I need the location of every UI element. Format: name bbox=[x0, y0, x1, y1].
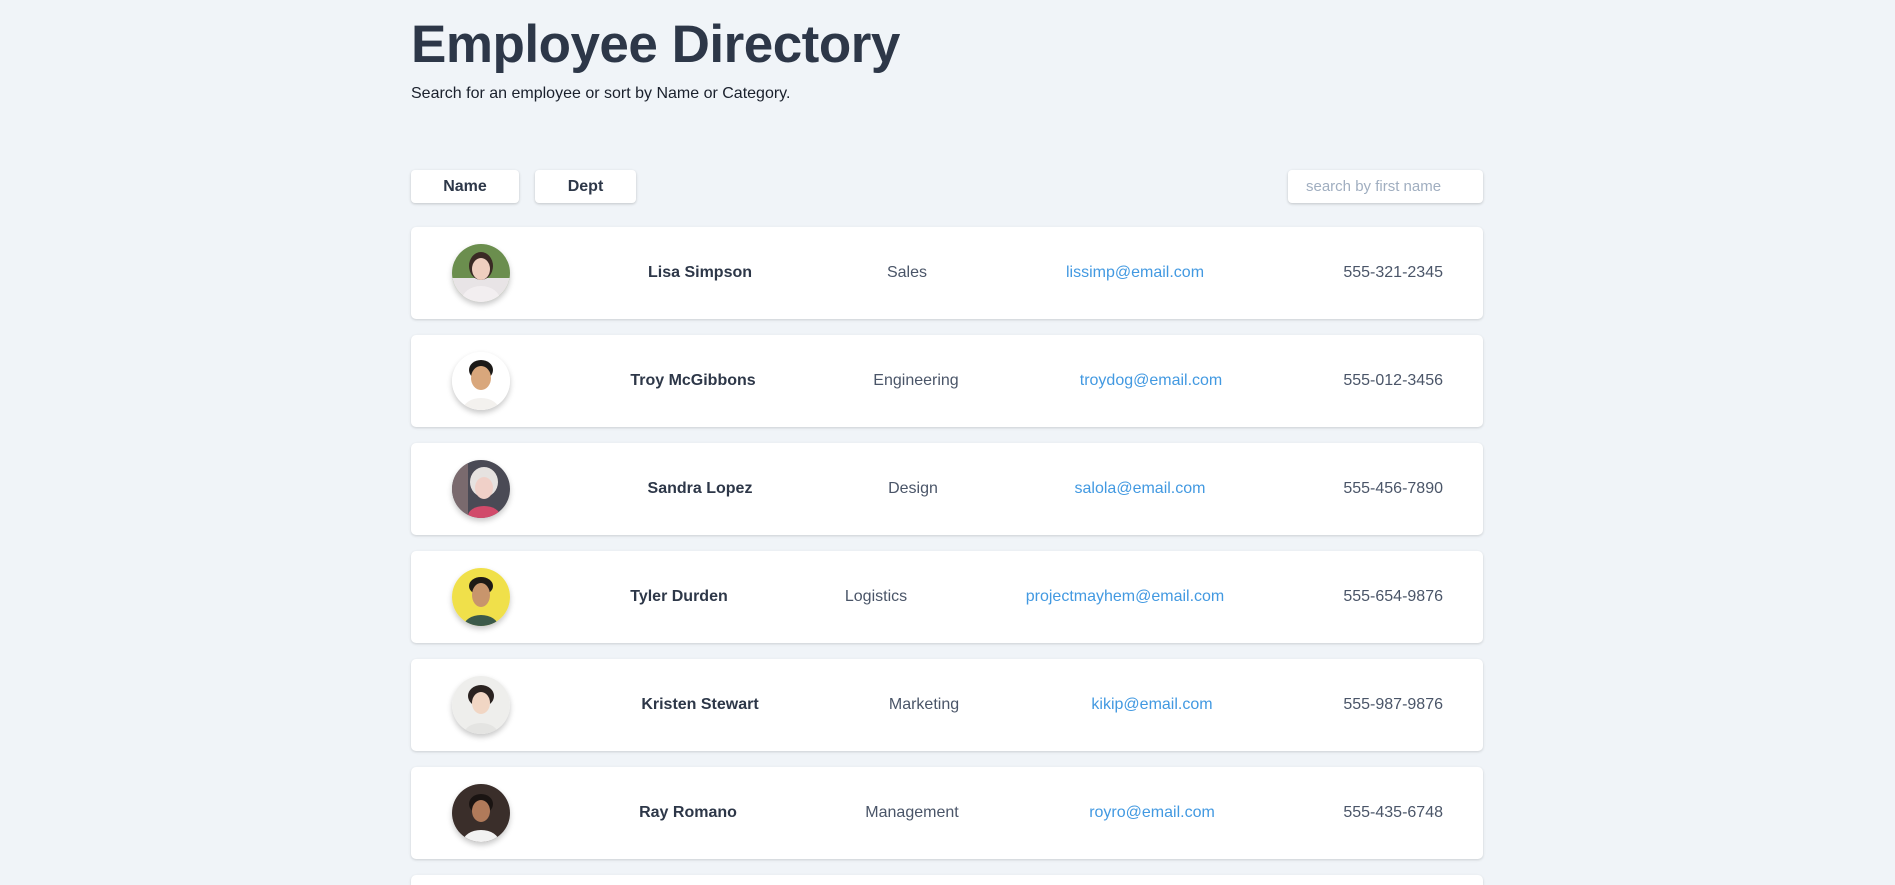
employee-email-link[interactable]: projectmayhem@email.com bbox=[1026, 551, 1225, 643]
employee-card: Troy McGibbons Engineering troydog@email… bbox=[411, 335, 1483, 427]
employee-card: Lisa Simpson Sales lissimp@email.com 555… bbox=[411, 227, 1483, 319]
employee-phone: 555-435-6748 bbox=[1343, 804, 1443, 821]
controls-bar: Name Dept bbox=[411, 170, 1483, 204]
employee-phone: 555-654-9876 bbox=[1343, 588, 1443, 605]
employee-phone: 555-012-3456 bbox=[1343, 372, 1443, 389]
sort-by-dept-button[interactable]: Dept bbox=[535, 170, 636, 203]
avatar bbox=[452, 676, 510, 734]
employee-name: Sandra Lopez bbox=[647, 480, 753, 497]
employee-card: Tyler Durden Logistics projectmayhem@ema… bbox=[411, 551, 1483, 643]
employee-card: Ray Romano Management royro@email.com 55… bbox=[411, 767, 1483, 859]
avatar bbox=[452, 460, 510, 518]
avatar bbox=[452, 244, 510, 302]
avatar bbox=[452, 568, 510, 626]
employee-card-partial bbox=[411, 875, 1483, 885]
employee-name: Ray Romano bbox=[639, 804, 737, 821]
employee-phone: 555-456-7890 bbox=[1343, 480, 1443, 497]
search-input[interactable] bbox=[1288, 170, 1483, 203]
page-title: Employee Directory bbox=[411, 15, 900, 74]
employee-name: Troy McGibbons bbox=[630, 372, 756, 389]
employee-dept: Management bbox=[865, 804, 959, 821]
sort-by-name-button[interactable]: Name bbox=[411, 170, 519, 203]
employee-card: Kristen Stewart Marketing kikip@email.co… bbox=[411, 659, 1483, 751]
employee-dept: Sales bbox=[886, 264, 928, 281]
avatar bbox=[452, 352, 510, 410]
employee-dept: Design bbox=[888, 480, 938, 497]
employee-email-link[interactable]: royro@email.com bbox=[1089, 767, 1215, 859]
employee-phone: 555-321-2345 bbox=[1343, 264, 1443, 281]
page-subtitle: Search for an employee or sort by Name o… bbox=[411, 85, 791, 102]
employee-card: Sandra Lopez Design salola@email.com 555… bbox=[411, 443, 1483, 535]
employee-dept: Logistics bbox=[844, 588, 908, 605]
employee-email-link[interactable]: salola@email.com bbox=[1075, 443, 1206, 535]
employee-dept: Engineering bbox=[873, 372, 959, 389]
employee-phone: 555-987-9876 bbox=[1343, 696, 1443, 713]
avatar bbox=[452, 784, 510, 842]
employee-name: Tyler Durden bbox=[630, 588, 728, 605]
employee-name: Kristen Stewart bbox=[641, 696, 759, 713]
employee-email-link[interactable]: troydog@email.com bbox=[1080, 335, 1223, 427]
employee-email-link[interactable]: kikip@email.com bbox=[1091, 659, 1212, 751]
employee-dept: Marketing bbox=[888, 696, 960, 713]
employee-name: Lisa Simpson bbox=[647, 264, 753, 281]
employee-email-link[interactable]: lissimp@email.com bbox=[1066, 227, 1204, 319]
